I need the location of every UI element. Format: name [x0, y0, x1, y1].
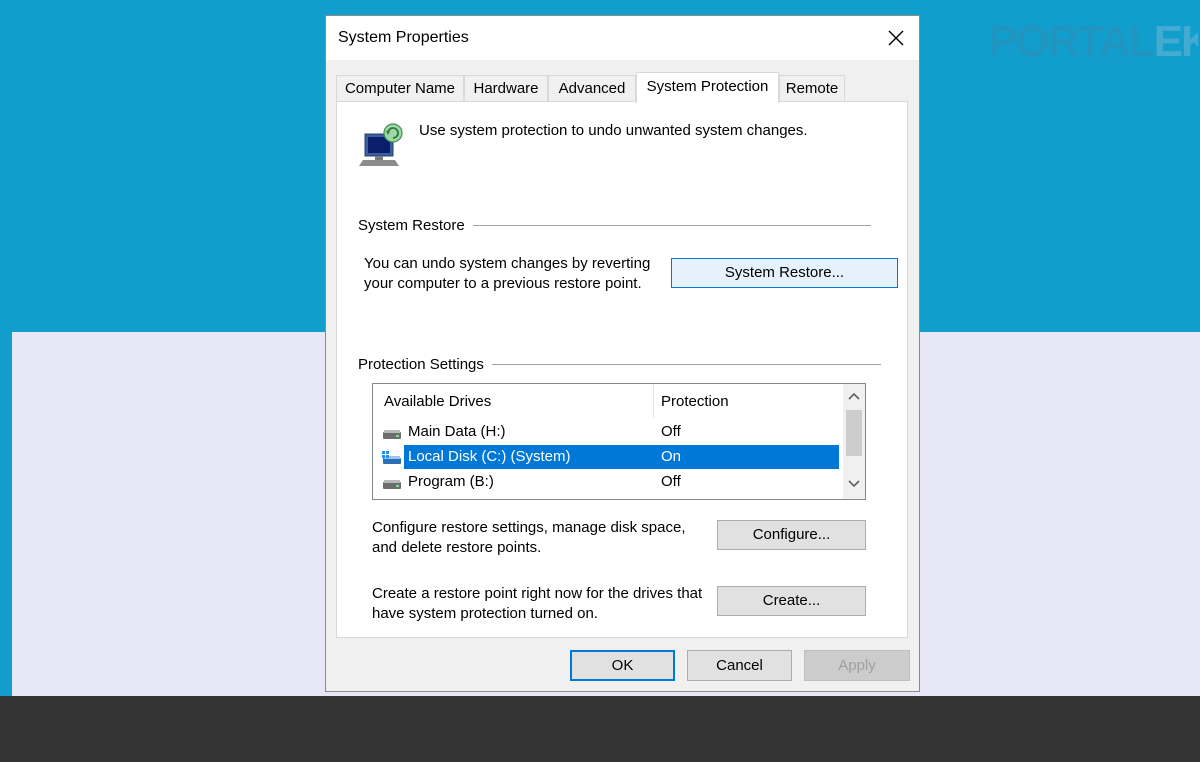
watermark-part1: PORTAL	[988, 17, 1156, 66]
ok-button[interactable]: OK	[570, 650, 675, 681]
column-header-available-drives[interactable]: Available Drives	[384, 393, 491, 410]
close-icon	[888, 30, 904, 46]
tab-computer-name[interactable]: Computer Name	[336, 75, 464, 101]
configure-button[interactable]: Configure...	[717, 520, 866, 550]
tab-hardware[interactable]: Hardware	[464, 75, 548, 101]
create-description-line2: have system protection turned on.	[372, 605, 598, 622]
apply-button[interactable]: Apply	[804, 650, 910, 681]
drive-row-program-b[interactable]: Program (B:) Off	[373, 470, 843, 494]
system-drive-icon	[382, 451, 401, 464]
tab-strip: Computer Name Hardware Advanced System P…	[336, 72, 916, 103]
system-restore-description-line2: your computer to a previous restore poin…	[364, 275, 642, 292]
tab-remote[interactable]: Remote	[779, 75, 845, 101]
desktop-background-left-strip	[0, 332, 12, 696]
drive-name: Local Disk (C:) (System)	[408, 448, 571, 465]
scroll-up-icon[interactable]	[848, 392, 860, 400]
drive-protection-status: Off	[661, 473, 681, 490]
intro-text: Use system protection to undo unwanted s…	[419, 122, 808, 139]
configure-description-line1: Configure restore settings, manage disk …	[372, 519, 686, 536]
window-title: System Properties	[338, 29, 469, 46]
system-restore-button[interactable]: System Restore...	[671, 258, 898, 288]
scroll-down-icon[interactable]	[848, 480, 860, 488]
drive-icon	[383, 480, 401, 489]
system-restore-group-label: System Restore	[358, 217, 473, 234]
drives-list-header: Available Drives Protection	[373, 384, 843, 418]
protection-settings-group-label: Protection Settings	[358, 356, 492, 373]
drive-row-main-data[interactable]: Main Data (H:) Off	[373, 420, 843, 444]
cancel-button[interactable]: Cancel	[687, 650, 792, 681]
tab-panel-system-protection: Use system protection to undo unwanted s…	[336, 101, 908, 638]
drives-list[interactable]: Available Drives Protection Main Data (H…	[372, 383, 866, 500]
tab-system-protection[interactable]: System Protection	[636, 72, 779, 103]
system-restore-description-line1: You can undo system changes by reverting	[364, 255, 651, 272]
drive-name: Main Data (H:)	[408, 423, 506, 440]
configure-description-line2: and delete restore points.	[372, 539, 542, 556]
watermark-part2: EKONOMI	[1153, 17, 1198, 66]
system-properties-dialog: System Properties Computer Name Hardware…	[325, 15, 920, 692]
drive-protection-status: Off	[661, 423, 681, 440]
close-button[interactable]	[873, 16, 919, 60]
column-header-protection[interactable]: Protection	[661, 393, 729, 410]
desktop-background-bottom	[0, 696, 1200, 762]
create-description-line1: Create a restore point right now for the…	[372, 585, 703, 602]
drive-protection-status: On	[661, 448, 682, 465]
drive-row-local-disk-c[interactable]: Local Disk (C:) (System) On	[373, 445, 843, 469]
drive-icon	[383, 430, 401, 439]
system-protection-icon	[359, 123, 403, 166]
column-divider[interactable]	[653, 384, 654, 418]
drives-list-scrollbar[interactable]	[843, 384, 865, 499]
scrollbar-thumb[interactable]	[846, 410, 862, 456]
title-bar[interactable]: System Properties	[326, 16, 919, 60]
drive-name: Program (B:)	[408, 473, 494, 490]
create-button[interactable]: Create...	[717, 586, 866, 616]
watermark-logo: PORTALEKONOMI	[988, 14, 1198, 70]
system-restore-description: You can undo system changes by reverting…	[364, 254, 650, 294]
configure-description: Configure restore settings, manage disk …	[372, 518, 686, 558]
create-description: Create a restore point right now for the…	[372, 584, 702, 624]
tab-advanced[interactable]: Advanced	[548, 75, 636, 101]
